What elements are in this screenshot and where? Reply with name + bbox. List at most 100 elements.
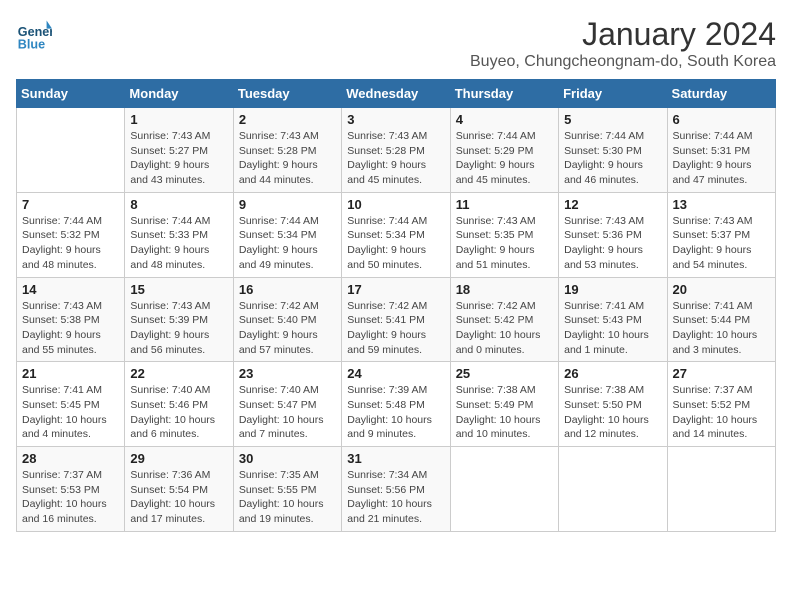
day-info: Sunrise: 7:38 AMSunset: 5:50 PMDaylight:… <box>564 383 661 442</box>
day-info: Sunrise: 7:43 AMSunset: 5:27 PMDaylight:… <box>130 129 227 188</box>
calendar-cell: 18 Sunrise: 7:42 AMSunset: 5:42 PMDayligh… <box>450 277 558 362</box>
day-info: Sunrise: 7:44 AMSunset: 5:33 PMDaylight:… <box>130 214 227 273</box>
dow-header-friday: Friday <box>559 80 667 108</box>
subtitle: Buyeo, Chungcheongnam-do, South Korea <box>470 53 776 71</box>
calendar-cell <box>667 447 775 532</box>
day-number: 2 <box>239 112 336 127</box>
calendar-cell: 3Sunrise: 7:43 AMSunset: 5:28 PMDaylight… <box>342 108 450 193</box>
day-info: Sunrise: 7:42 AMSunset: 5:40 PMDaylight:… <box>239 299 336 358</box>
calendar-cell: 1 Sunrise: 7:43 AMSunset: 5:27 PMDaylight… <box>125 108 233 193</box>
calendar-cell: 30Sunrise: 7:35 AMSunset: 5:55 PMDayligh… <box>233 447 341 532</box>
day-info: Sunrise: 7:44 AMSunset: 5:34 PMDaylight:… <box>347 214 444 273</box>
day-info: Sunrise: 7:34 AMSunset: 5:56 PMDaylight:… <box>347 468 444 527</box>
day-number: 11 <box>456 197 553 212</box>
calendar-cell: 14 Sunrise: 7:43 AMSunset: 5:38 PMDayligh… <box>17 277 125 362</box>
calendar-cell: 24 Sunrise: 7:39 AMSunset: 5:48 PMDayligh… <box>342 362 450 447</box>
day-info: Sunrise: 7:42 AMSunset: 5:42 PMDaylight:… <box>456 299 553 358</box>
calendar-cell: 10 Sunrise: 7:44 AMSunset: 5:34 PMDayligh… <box>342 192 450 277</box>
day-info: Sunrise: 7:40 AMSunset: 5:46 PMDaylight:… <box>130 383 227 442</box>
day-number: 6 <box>673 112 770 127</box>
week-row-3: 21 Sunrise: 7:41 AMSunset: 5:45 PMDayligh… <box>17 362 776 447</box>
day-info: Sunrise: 7:44 AMSunset: 5:32 PMDaylight:… <box>22 214 119 273</box>
day-info: Sunrise: 7:43 AMSunset: 5:36 PMDaylight:… <box>564 214 661 273</box>
day-info: Sunrise: 7:43 AMSunset: 5:39 PMDaylight:… <box>130 299 227 358</box>
day-number: 13 <box>673 197 770 212</box>
calendar-cell: 23Sunrise: 7:40 AMSunset: 5:47 PMDayligh… <box>233 362 341 447</box>
calendar-cell: 27 Sunrise: 7:37 AMSunset: 5:52 PMDayligh… <box>667 362 775 447</box>
calendar-cell: 11 Sunrise: 7:43 AMSunset: 5:35 PMDayligh… <box>450 192 558 277</box>
calendar-cell: 20Sunrise: 7:41 AMSunset: 5:44 PMDayligh… <box>667 277 775 362</box>
day-info: Sunrise: 7:43 AMSunset: 5:35 PMDaylight:… <box>456 214 553 273</box>
day-info: Sunrise: 7:37 AMSunset: 5:52 PMDaylight:… <box>673 383 770 442</box>
calendar-body: 1 Sunrise: 7:43 AMSunset: 5:27 PMDaylight… <box>17 108 776 532</box>
day-number: 10 <box>347 197 444 212</box>
day-number: 14 <box>22 282 119 297</box>
calendar-cell: 5Sunrise: 7:44 AMSunset: 5:30 PMDaylight… <box>559 108 667 193</box>
dow-header-wednesday: Wednesday <box>342 80 450 108</box>
day-number: 22 <box>130 366 227 381</box>
day-number: 16 <box>239 282 336 297</box>
calendar-cell: 19 Sunrise: 7:41 AMSunset: 5:43 PMDayligh… <box>559 277 667 362</box>
dow-header-saturday: Saturday <box>667 80 775 108</box>
day-number: 31 <box>347 451 444 466</box>
title-section: January 2024 Buyeo, Chungcheongnam-do, S… <box>470 16 776 71</box>
calendar-cell: 8 Sunrise: 7:44 AMSunset: 5:33 PMDaylight… <box>125 192 233 277</box>
calendar-cell: 6 Sunrise: 7:44 AMSunset: 5:31 PMDaylight… <box>667 108 775 193</box>
day-number: 12 <box>564 197 661 212</box>
day-number: 29 <box>130 451 227 466</box>
day-info: Sunrise: 7:43 AMSunset: 5:28 PMDaylight:… <box>239 129 336 188</box>
day-info: Sunrise: 7:43 AMSunset: 5:28 PMDaylight:… <box>347 129 444 188</box>
day-number: 5 <box>564 112 661 127</box>
calendar-cell: 25Sunrise: 7:38 AMSunset: 5:49 PMDayligh… <box>450 362 558 447</box>
svg-text:Blue: Blue <box>18 37 45 51</box>
day-number: 24 <box>347 366 444 381</box>
day-number: 21 <box>22 366 119 381</box>
day-number: 8 <box>130 197 227 212</box>
week-row-0: 1 Sunrise: 7:43 AMSunset: 5:27 PMDaylight… <box>17 108 776 193</box>
calendar-cell: 15 Sunrise: 7:43 AMSunset: 5:39 PMDayligh… <box>125 277 233 362</box>
day-number: 28 <box>22 451 119 466</box>
logo: General Blue <box>16 16 52 52</box>
calendar-cell: 16 Sunrise: 7:42 AMSunset: 5:40 PMDayligh… <box>233 277 341 362</box>
calendar-cell: 7Sunrise: 7:44 AMSunset: 5:32 PMDaylight… <box>17 192 125 277</box>
day-number: 17 <box>347 282 444 297</box>
main-title: January 2024 <box>470 16 776 53</box>
week-row-4: 28 Sunrise: 7:37 AMSunset: 5:53 PMDayligh… <box>17 447 776 532</box>
day-number: 19 <box>564 282 661 297</box>
calendar-cell: 9 Sunrise: 7:44 AMSunset: 5:34 PMDaylight… <box>233 192 341 277</box>
dow-header-monday: Monday <box>125 80 233 108</box>
day-info: Sunrise: 7:39 AMSunset: 5:48 PMDaylight:… <box>347 383 444 442</box>
calendar-cell: 13 Sunrise: 7:43 AMSunset: 5:37 PMDayligh… <box>667 192 775 277</box>
day-info: Sunrise: 7:44 AMSunset: 5:34 PMDaylight:… <box>239 214 336 273</box>
day-number: 18 <box>456 282 553 297</box>
dow-header-thursday: Thursday <box>450 80 558 108</box>
day-number: 15 <box>130 282 227 297</box>
logo-icon: General Blue <box>16 16 52 52</box>
calendar-cell: 31 Sunrise: 7:34 AMSunset: 5:56 PMDayligh… <box>342 447 450 532</box>
calendar-cell: 29Sunrise: 7:36 AMSunset: 5:54 PMDayligh… <box>125 447 233 532</box>
calendar-cell: 26Sunrise: 7:38 AMSunset: 5:50 PMDayligh… <box>559 362 667 447</box>
day-info: Sunrise: 7:44 AMSunset: 5:29 PMDaylight:… <box>456 129 553 188</box>
dow-header-tuesday: Tuesday <box>233 80 341 108</box>
page-header: General Blue January 2024 Buyeo, Chungch… <box>16 16 776 71</box>
dow-header-sunday: Sunday <box>17 80 125 108</box>
day-info: Sunrise: 7:43 AMSunset: 5:38 PMDaylight:… <box>22 299 119 358</box>
day-info: Sunrise: 7:41 AMSunset: 5:43 PMDaylight:… <box>564 299 661 358</box>
day-number: 30 <box>239 451 336 466</box>
day-number: 25 <box>456 366 553 381</box>
calendar-cell: 28 Sunrise: 7:37 AMSunset: 5:53 PMDayligh… <box>17 447 125 532</box>
calendar-cell: 22 Sunrise: 7:40 AMSunset: 5:46 PMDayligh… <box>125 362 233 447</box>
day-number: 27 <box>673 366 770 381</box>
week-row-2: 14 Sunrise: 7:43 AMSunset: 5:38 PMDayligh… <box>17 277 776 362</box>
day-info: Sunrise: 7:37 AMSunset: 5:53 PMDaylight:… <box>22 468 119 527</box>
calendar-cell <box>450 447 558 532</box>
day-number: 23 <box>239 366 336 381</box>
calendar-cell: 4Sunrise: 7:44 AMSunset: 5:29 PMDaylight… <box>450 108 558 193</box>
day-info: Sunrise: 7:41 AMSunset: 5:45 PMDaylight:… <box>22 383 119 442</box>
day-info: Sunrise: 7:44 AMSunset: 5:31 PMDaylight:… <box>673 129 770 188</box>
day-number: 9 <box>239 197 336 212</box>
days-of-week-row: SundayMondayTuesdayWednesdayThursdayFrid… <box>17 80 776 108</box>
calendar-cell <box>559 447 667 532</box>
day-info: Sunrise: 7:43 AMSunset: 5:37 PMDaylight:… <box>673 214 770 273</box>
day-number: 1 <box>130 112 227 127</box>
